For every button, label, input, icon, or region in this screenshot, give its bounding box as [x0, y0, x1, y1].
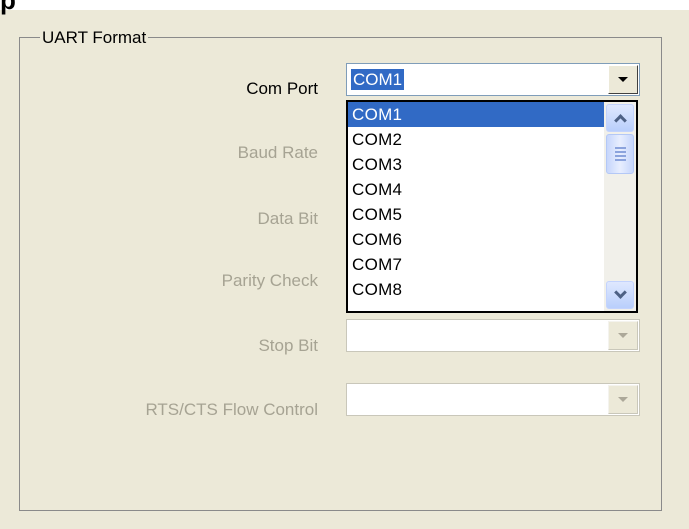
list-item-com8[interactable]: COM8: [348, 277, 604, 302]
baud-rate-label: Baud Rate: [237, 143, 318, 162]
list-item-com1[interactable]: COM1: [348, 102, 604, 127]
chevron-down-icon: [618, 397, 628, 402]
stop-bit-combobox[interactable]: [346, 319, 640, 352]
scroll-up-button[interactable]: [606, 104, 634, 132]
list-item-com5[interactable]: COM5: [348, 202, 604, 227]
grip-line: [614, 147, 626, 149]
com-port-dropdown-list[interactable]: COM1 COM2 COM3 COM4 COM5 COM6 COM7 COM8: [346, 100, 638, 313]
com-port-label: Com Port: [246, 79, 318, 98]
list-item-com4[interactable]: COM4: [348, 177, 604, 202]
list-item-com3[interactable]: COM3: [348, 152, 604, 177]
chevron-up-icon: [613, 114, 627, 127]
list-item-com2[interactable]: COM2: [348, 127, 604, 152]
parity-check-label: Parity Check: [221, 271, 318, 290]
list-item-com7[interactable]: COM7: [348, 252, 604, 277]
top-strip: p: [0, 0, 689, 15]
chevron-down-icon: [613, 286, 627, 299]
grip-line: [614, 155, 626, 157]
com-port-dropdown-button[interactable]: [608, 65, 638, 94]
scroll-down-button[interactable]: [606, 281, 634, 309]
stop-bit-label: Stop Bit: [258, 336, 318, 355]
groupbox-title: UART Format: [40, 28, 149, 47]
com-port-value: COM1: [351, 69, 405, 90]
data-bit-label: Data Bit: [257, 209, 318, 228]
grip-line: [614, 159, 626, 161]
option-list: COM1 COM2 COM3 COM4 COM5 COM6 COM7 COM8: [348, 102, 604, 302]
grip-line: [614, 151, 626, 153]
stop-bit-dropdown-button[interactable]: [608, 321, 638, 350]
chevron-down-icon: [618, 77, 628, 82]
header-partial-text: p: [0, 0, 16, 15]
vertical-scrollbar[interactable]: [604, 102, 636, 311]
rts-cts-dropdown-button[interactable]: [608, 385, 638, 414]
list-item-com6[interactable]: COM6: [348, 227, 604, 252]
chevron-down-icon: [618, 333, 628, 338]
com-port-combobox[interactable]: COM1: [346, 63, 640, 96]
scrollbar-thumb[interactable]: [606, 134, 634, 174]
rts-cts-combobox[interactable]: [346, 383, 640, 416]
rts-cts-flow-control-label: RTS/CTS Flow Control: [145, 400, 318, 419]
